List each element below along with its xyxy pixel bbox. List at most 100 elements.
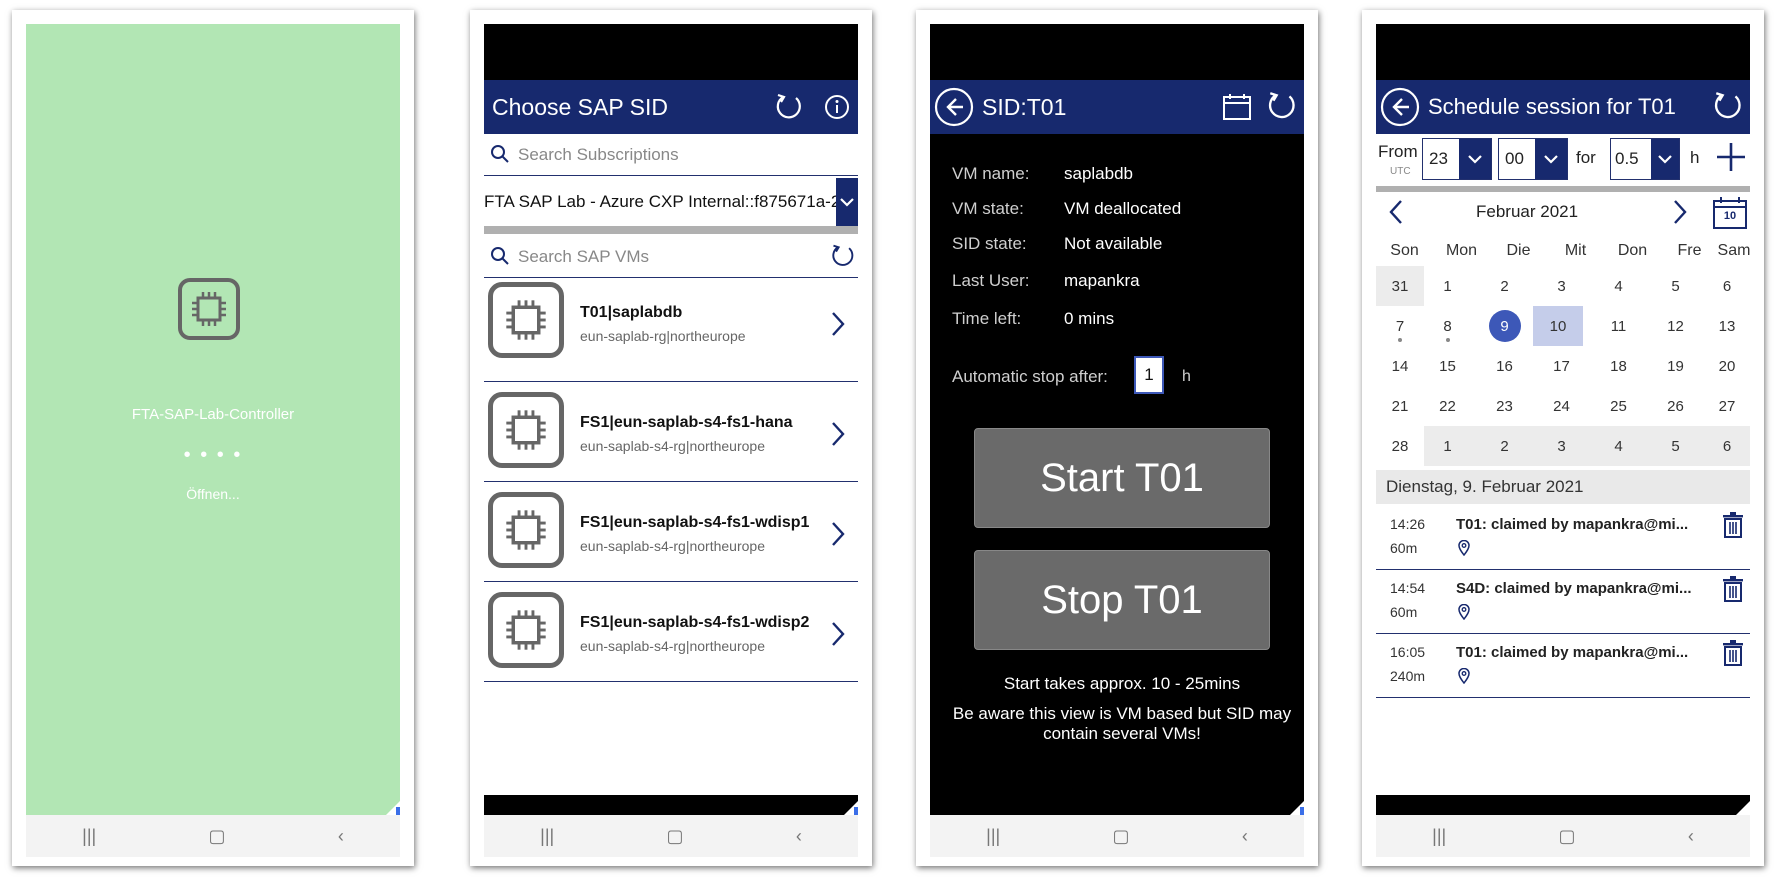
home-icon[interactable]: ▢ (667, 826, 684, 847)
chip-icon (192, 292, 226, 326)
refresh-button[interactable] (1266, 90, 1298, 122)
list-item[interactable]: FS1|eun-saplab-s4-fs1-hana eun-saplab-s4… (484, 382, 858, 482)
calendar-day[interactable]: 11 (1590, 306, 1647, 346)
home-icon[interactable]: ▢ (209, 826, 226, 847)
back-icon[interactable]: ‹ (338, 826, 344, 847)
stop-button[interactable]: Stop T01 (974, 550, 1270, 650)
chevron-right-icon[interactable] (1672, 198, 1688, 226)
calendar-day[interactable]: 12 (1647, 306, 1704, 346)
calendar-day[interactable]: 3 (1533, 426, 1590, 466)
calendar-day[interactable]: 6 (1704, 266, 1750, 306)
chevron-right-icon[interactable] (830, 520, 846, 548)
recent-apps-icon[interactable]: ||| (540, 826, 554, 847)
recent-apps-icon[interactable]: ||| (986, 826, 1000, 847)
calendar-day[interactable]: 25 (1590, 386, 1647, 426)
list-item-subtitle: eun-saplab-s4-rg|northeurope (580, 538, 765, 554)
list-item[interactable]: T01|saplabdb eun-saplab-rg|northeurope (484, 282, 858, 382)
start-duration-note: Start takes approx. 10 - 25mins (1003, 674, 1241, 693)
calendar-day[interactable]: 17 (1533, 346, 1590, 386)
subscription-dropdown[interactable]: FTA SAP Lab - Azure CXP Internal::f87567… (484, 178, 858, 226)
calendar-day[interactable]: 18 (1590, 346, 1647, 386)
chevron-left-icon[interactable] (1388, 198, 1404, 226)
calendar-day[interactable]: 28 (1376, 426, 1424, 466)
calendar-day[interactable]: 1 (1419, 426, 1476, 466)
weekday-label: Mon (1445, 242, 1478, 259)
calendar-day-today[interactable]: 10 (1533, 306, 1583, 346)
chevron-right-icon[interactable] (830, 310, 846, 338)
dropdown-chevron[interactable] (836, 178, 858, 226)
info-icon (825, 95, 849, 119)
back-button[interactable] (1380, 87, 1420, 127)
minute-value: 00 (1505, 149, 1524, 168)
calendar-day[interactable]: 23 (1476, 386, 1533, 426)
scroll-track[interactable] (484, 226, 858, 234)
calendar-day[interactable]: 5 (1647, 426, 1704, 466)
recent-apps-icon[interactable]: ||| (82, 826, 96, 847)
calendar-day[interactable]: 27 (1704, 386, 1750, 426)
vm-search[interactable]: Search SAP VMs (484, 236, 858, 278)
list-item[interactable]: FS1|eun-saplab-s4-fs1-wdisp2 eun-saplab-… (484, 582, 858, 682)
time-left-label: Time left: (952, 309, 1022, 328)
calendar-day[interactable]: 4 (1590, 426, 1647, 466)
minute-dropdown[interactable]: 00 (1498, 138, 1568, 180)
hour-dropdown[interactable]: 23 (1422, 138, 1492, 180)
calendar-day[interactable]: 2 (1476, 266, 1533, 306)
calendar-button[interactable] (1222, 92, 1252, 122)
home-icon[interactable]: ▢ (1113, 826, 1130, 847)
calendar-day[interactable]: 3 (1533, 266, 1590, 306)
calendar-day[interactable]: 24 (1533, 386, 1590, 426)
refresh-button[interactable] (774, 92, 804, 122)
calendar-day[interactable]: 19 (1647, 346, 1704, 386)
recent-apps-icon[interactable]: ||| (1432, 826, 1446, 847)
back-arrow-icon (1380, 87, 1420, 127)
session-row[interactable]: 14:26 60m T01: claimed by mapankra@mi... (1376, 506, 1750, 570)
session-row[interactable]: 16:05 240m T01: claimed by mapankra@mi..… (1376, 634, 1750, 698)
calendar-day[interactable]: 2 (1476, 426, 1533, 466)
calendar-day-selected[interactable]: 9 (1476, 306, 1533, 346)
corner-fold (1736, 801, 1750, 815)
calendar-day[interactable]: 20 (1704, 346, 1750, 386)
chevron-right-icon[interactable] (830, 620, 846, 648)
event-dot (1398, 338, 1402, 342)
trash-icon[interactable] (1722, 640, 1744, 666)
home-icon[interactable]: ▢ (1559, 826, 1576, 847)
auto-stop-input[interactable]: 1 (1134, 356, 1164, 394)
calendar-day[interactable]: 6 (1704, 426, 1750, 466)
calendar-day[interactable]: 15 (1419, 346, 1476, 386)
refresh-button[interactable] (1712, 90, 1744, 122)
chevron-right-icon[interactable] (830, 420, 846, 448)
scroll-track[interactable] (1376, 186, 1750, 192)
calendar-day[interactable]: 21 (1376, 386, 1424, 426)
today-button[interactable]: 10 (1712, 196, 1748, 230)
calendar-day[interactable]: 31 (1376, 266, 1424, 306)
calendar-day[interactable]: 26 (1647, 386, 1704, 426)
calendar-day[interactable]: 4 (1590, 266, 1647, 306)
android-nav-bar: ||| ▢ ‹ (26, 815, 400, 857)
weekday-label: Die (1506, 242, 1531, 259)
bottom-bar (484, 795, 858, 815)
weekday-label: Sam (1717, 242, 1750, 259)
info-button[interactable] (824, 94, 850, 120)
trash-icon[interactable] (1722, 576, 1744, 602)
session-row[interactable]: 14:54 60m S4D: claimed by mapankra@mi... (1376, 570, 1750, 634)
add-button[interactable] (1714, 140, 1748, 179)
back-icon[interactable]: ‹ (1688, 826, 1694, 847)
weekday-label: Fre (1677, 242, 1702, 259)
session-duration: 60m (1390, 604, 1418, 620)
calendar-day[interactable]: 14 (1376, 346, 1424, 386)
calendar-day[interactable]: 16 (1476, 346, 1533, 386)
duration-dropdown[interactable]: 0.5 (1610, 138, 1680, 180)
back-icon[interactable]: ‹ (1242, 826, 1248, 847)
list-item-subtitle: eun-saplab-s4-rg|northeurope (580, 438, 765, 454)
refresh-icon[interactable] (830, 243, 856, 269)
calendar-day[interactable]: 1 (1419, 266, 1476, 306)
calendar-day[interactable]: 13 (1704, 306, 1750, 346)
calendar-day[interactable]: 5 (1647, 266, 1704, 306)
back-icon[interactable]: ‹ (796, 826, 802, 847)
back-button[interactable] (934, 87, 974, 127)
subscription-search[interactable]: Search Subscriptions (484, 134, 858, 176)
trash-icon[interactable] (1722, 512, 1744, 538)
calendar-day[interactable]: 22 (1419, 386, 1476, 426)
start-button[interactable]: Start T01 (974, 428, 1270, 528)
list-item[interactable]: FS1|eun-saplab-s4-fs1-wdisp1 eun-saplab-… (484, 482, 858, 582)
